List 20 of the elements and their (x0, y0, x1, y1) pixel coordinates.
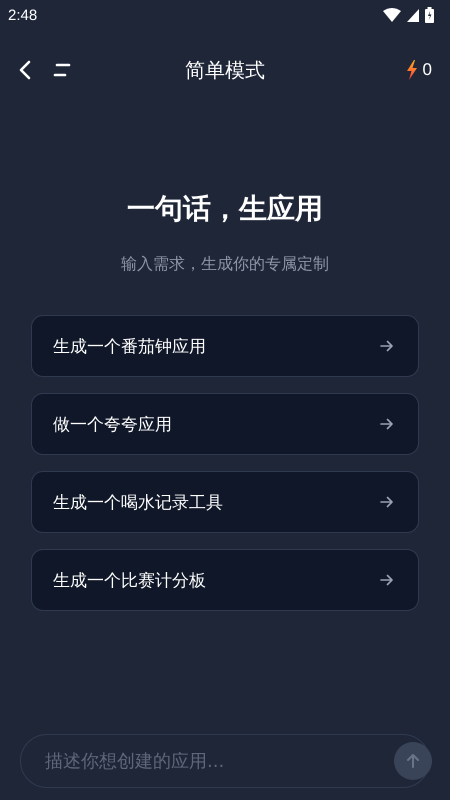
wifi-icon (383, 8, 401, 22)
menu-icon (52, 62, 72, 78)
hero-title: 一句话，生应用 (127, 191, 323, 227)
arrow-icon (380, 418, 394, 430)
hero-subtitle: 输入需求，生成你的专属定制 (121, 254, 329, 275)
suggestion-card[interactable]: 生成一个喝水记录工具 (31, 471, 419, 533)
energy-count: 0 (422, 60, 432, 80)
arrow-icon (380, 340, 394, 352)
suggestion-card[interactable]: 做一个夸夸应用 (31, 393, 419, 455)
battery-icon (425, 7, 434, 23)
page-title: 简单模式 (184, 56, 266, 84)
back-icon (18, 59, 32, 81)
arrow-icon (380, 496, 394, 508)
suggestion-card[interactable]: 生成一个番茄钟应用 (31, 315, 419, 377)
arrow-icon (380, 574, 394, 586)
status-time: 2:48 (8, 6, 38, 24)
signal-icon (407, 8, 419, 22)
send-icon (405, 753, 421, 769)
lightning-icon (406, 60, 418, 80)
suggestion-card[interactable]: 生成一个比赛计分板 (31, 549, 419, 611)
